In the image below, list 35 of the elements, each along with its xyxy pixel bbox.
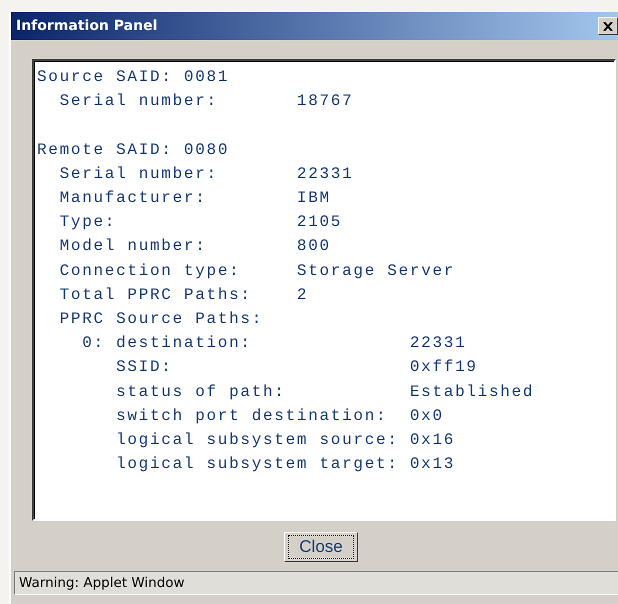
paths-heading: PPRC Source Paths: [60, 309, 264, 330]
field-value: 2 [296, 284, 308, 306]
status-bar: Warning: Applet Window [14, 571, 618, 595]
field-value: Storage Server [296, 260, 456, 282]
field-label: Serial number: [60, 92, 218, 110]
section-heading: Remote SAID: 0080 [37, 140, 230, 161]
window-title: Information Panel [16, 18, 158, 34]
field-label: Connection type: [60, 262, 240, 280]
field-value: 22331 [296, 164, 354, 185]
path-index: 0: [82, 334, 105, 352]
field-label: Serial number: [60, 164, 218, 183]
field-label: Manufacturer: [60, 189, 207, 207]
field-label: SSID: [116, 358, 173, 376]
field-label: Type: [60, 213, 116, 232]
field-label: status of path: [116, 382, 286, 401]
field-value: 800 [296, 236, 331, 258]
field-value: 22331 [410, 333, 466, 354]
field-value: Established [410, 382, 534, 403]
field-value: 0xff19 [410, 357, 478, 378]
field-label: switch port destination: [116, 406, 388, 425]
field-label: destination: [116, 334, 252, 352]
field-value: 2105 [296, 212, 342, 234]
field-value: 0x16 [410, 430, 456, 452]
field-label: Model number: [60, 237, 207, 256]
field-value: 18767 [296, 91, 354, 112]
field-value: 0x0 [410, 406, 444, 427]
field-label: logical subsystem target: [116, 455, 399, 474]
field-label: Total PPRC Paths: [60, 286, 252, 304]
section-heading: Source SAID: 0081 [37, 67, 230, 88]
close-button[interactable] [598, 17, 618, 35]
field-label: logical subsystem source: [116, 431, 399, 450]
close-button[interactable]: Close [284, 532, 358, 562]
field-value: IBM [296, 188, 331, 209]
close-icon [603, 22, 613, 30]
field-value: 0x13 [410, 454, 456, 476]
